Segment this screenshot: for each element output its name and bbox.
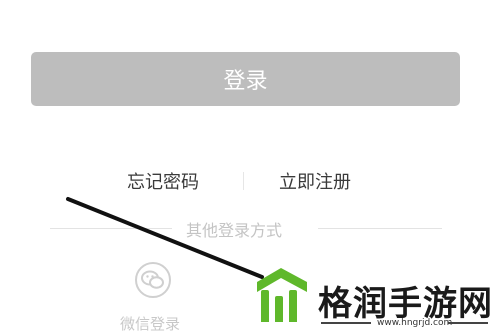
watermark-url-dash-right [448, 322, 488, 324]
watermark-url: www.hngrjd.com [377, 318, 453, 328]
house-logo-icon [251, 268, 311, 328]
watermark-url-dash-left [321, 322, 371, 324]
